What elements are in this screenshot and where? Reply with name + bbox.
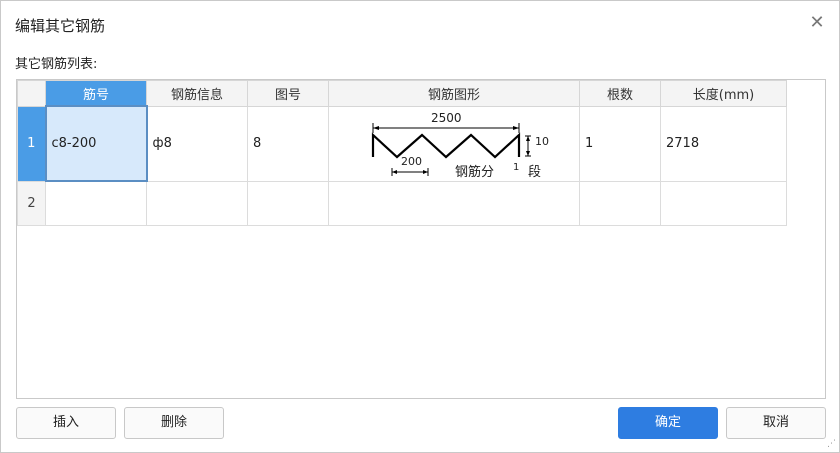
cell-figure-no[interactable]: 8 (247, 105, 329, 182)
shape-segments-label: 钢筋分 (455, 164, 495, 180)
insert-button[interactable]: 插入 (16, 407, 116, 439)
cell-rebar-info[interactable] (146, 180, 248, 226)
rebar-grid: 筋号 钢筋信息 图号 钢筋图形 根数 长度(mm) 1 c8-200 ф8 8 (16, 79, 826, 399)
header-count[interactable]: 根数 (579, 80, 661, 107)
resize-grip-icon[interactable]: ⋰ (827, 440, 836, 449)
header-length[interactable]: 长度(mm) (660, 80, 787, 107)
cell-rebar-info[interactable]: ф8 (146, 105, 248, 182)
header-rebar-no[interactable]: 筋号 (45, 80, 147, 107)
dialog-title: 编辑其它钢筋 (15, 17, 106, 35)
rebar-list-label: 其它钢筋列表: (15, 57, 98, 72)
cell-rebar-shape[interactable] (328, 180, 580, 226)
row-number[interactable]: 1 (17, 105, 46, 182)
header-figure-no[interactable]: 图号 (247, 80, 329, 107)
table-header-row: 筋号 钢筋信息 图号 钢筋图形 根数 长度(mm) (17, 80, 787, 107)
cell-count[interactable]: 1 (579, 105, 661, 182)
header-rebar-shape[interactable]: 钢筋图形 (328, 80, 580, 107)
shape-height-dimension: 10 (535, 134, 549, 148)
shape-segments-suffix: 段 (528, 164, 542, 180)
rebar-table: 筋号 钢筋信息 图号 钢筋图形 根数 长度(mm) 1 c8-200 ф8 8 (17, 80, 787, 226)
cell-length[interactable]: 2718 (660, 105, 787, 182)
header-rebar-info[interactable]: 钢筋信息 (146, 80, 248, 107)
shape-segments-count: 1 (513, 161, 520, 173)
header-corner[interactable] (17, 80, 46, 107)
edit-other-rebar-dialog: 编辑其它钢筋 ✕ 其它钢筋列表: 筋号 钢筋信息 图号 钢筋图形 根数 长度(m… (0, 0, 840, 453)
delete-button[interactable]: 删除 (124, 407, 224, 439)
ok-button[interactable]: 确定 (618, 407, 718, 439)
cell-rebar-no[interactable] (45, 180, 147, 226)
row-number[interactable]: 2 (17, 180, 46, 226)
cancel-button[interactable]: 取消 (726, 407, 826, 439)
table-row: 1 c8-200 ф8 8 2500 10 200 钢筋分 1 段 1 2718 (17, 105, 787, 182)
close-icon[interactable]: ✕ (807, 13, 827, 33)
cell-figure-no[interactable] (247, 180, 329, 226)
shape-bottom-dimension: 200 (401, 154, 422, 168)
cell-rebar-no[interactable]: c8-200 (44, 105, 148, 182)
cell-count[interactable] (579, 180, 661, 226)
shape-top-dimension: 2500 (431, 110, 462, 125)
table-row: 2 (17, 180, 787, 226)
cell-length[interactable] (660, 180, 787, 226)
cell-rebar-shape[interactable]: 2500 10 200 钢筋分 1 段 (328, 105, 580, 182)
